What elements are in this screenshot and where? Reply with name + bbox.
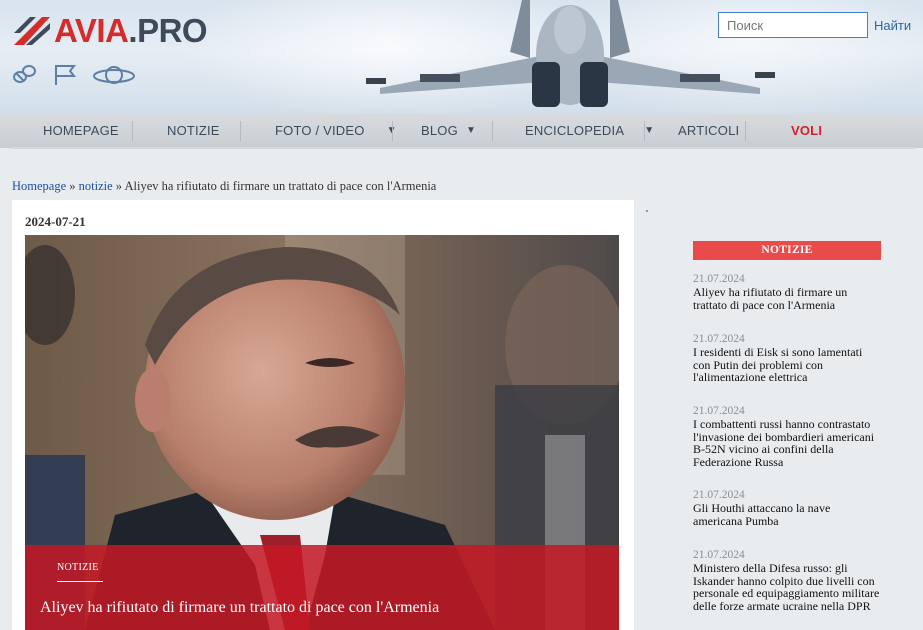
nav-divider xyxy=(492,121,493,141)
nav-item-label: HOMEPAGE xyxy=(43,123,119,138)
logo-wings-icon xyxy=(14,17,50,45)
article-caption-overlay: NOTIZIE Aliyev ha rifiutato di firmare u… xyxy=(25,545,619,630)
news-title[interactable]: Aliyev ha rifiutato di firmare un tratta… xyxy=(693,286,861,311)
planet-icon[interactable] xyxy=(92,62,136,88)
nav-item-homepage[interactable]: HOMEPAGE xyxy=(43,113,119,148)
nav-item-foto-video[interactable]: FOTO / VIDEO ▼ xyxy=(275,113,397,148)
nav-divider xyxy=(392,121,393,141)
nav-item-label: ENCICLOPEDIA xyxy=(525,123,625,138)
site-header: AVIA.PRO Поиск Найти xyxy=(0,0,923,113)
nav-item-articoli[interactable]: ARTICOLI xyxy=(678,113,739,148)
logo-text-blue: .PRO xyxy=(128,12,208,49)
breadcrumb-current: Aliyev ha rifiutato di firmare un tratta… xyxy=(124,179,437,193)
article-title[interactable]: Aliyev ha rifiutato di firmare un tratta… xyxy=(40,599,439,617)
breadcrumb-separator: » xyxy=(66,179,79,193)
news-title[interactable]: I residenti di Eisk si sono lamentati co… xyxy=(693,346,873,384)
main-nav: HOMEPAGE NOTIZIE FOTO / VIDEO ▼ BLOG ▼ E… xyxy=(0,113,923,148)
breadcrumb-home-link[interactable]: Homepage xyxy=(12,179,66,193)
article-category[interactable]: NOTIZIE xyxy=(57,562,99,573)
decorative-dot xyxy=(646,210,648,212)
sidebar-news-item[interactable]: 21.07.2024 Aliyev ha rifiutato di firmar… xyxy=(693,273,893,311)
search-button[interactable]: Найти xyxy=(874,12,911,38)
sidebar-header: NOTIZIE xyxy=(693,241,881,260)
caption-divider xyxy=(57,581,103,582)
breadcrumb-separator: » xyxy=(112,179,125,193)
sidebar-news-item[interactable]: 21.07.2024 I combattenti russi hanno con… xyxy=(693,405,893,468)
sidebar-news-item[interactable]: 21.07.2024 I residenti di Eisk si sono l… xyxy=(693,333,893,384)
nav-item-voli[interactable]: VOLI xyxy=(791,113,822,148)
sidebar-news-item[interactable]: 21.07.2024 Gli Houthi attaccano la nave … xyxy=(693,489,893,527)
nav-item-label: FOTO / VIDEO xyxy=(275,123,365,138)
chevron-down-icon: ▼ xyxy=(644,125,655,136)
news-title[interactable]: Ministero della Difesa russo: gli Iskand… xyxy=(693,562,889,612)
nav-underline xyxy=(10,147,915,149)
article-card: 2024-07-21 NOTIZIE Aliyev ha rifiutato d… xyxy=(12,200,634,630)
site-logo[interactable]: AVIA.PRO xyxy=(12,12,208,50)
fighter-jet-illustration xyxy=(366,0,775,107)
breadcrumb: Homepage » notizie » Aliyev ha rifiutato… xyxy=(12,179,436,194)
article-photo[interactable]: NOTIZIE Aliyev ha rifiutato di firmare u… xyxy=(25,235,619,630)
nav-item-blog[interactable]: BLOG ▼ xyxy=(421,113,476,148)
search-input[interactable] xyxy=(718,12,868,38)
news-title[interactable]: I combattenti russi hanno contrastato l'… xyxy=(693,418,887,468)
sidebar-news-item[interactable]: 21.07.2024 Ministero della Difesa russo:… xyxy=(693,549,893,612)
article-date: 2024-07-21 xyxy=(25,214,86,229)
nav-divider xyxy=(745,121,746,141)
news-title[interactable]: Gli Houthi attaccano la nave americana P… xyxy=(693,502,863,527)
chevron-down-icon: ▼ xyxy=(465,125,477,136)
nav-item-enciclopedia[interactable]: ENCICLOPEDIA ▼ xyxy=(525,113,654,148)
nav-item-label: BLOG xyxy=(421,123,458,138)
breadcrumb-section-link[interactable]: notizie xyxy=(79,179,113,193)
nav-item-label: ARTICOLI xyxy=(678,123,740,138)
nav-item-label: NOTIZIE xyxy=(167,123,220,138)
nav-divider xyxy=(240,121,241,141)
nav-divider xyxy=(132,121,133,141)
nav-item-label: VOLI xyxy=(791,123,823,138)
flag-icon[interactable] xyxy=(52,63,78,87)
nav-item-notizie[interactable]: NOTIZIE xyxy=(167,113,220,148)
header-icon-row xyxy=(12,62,136,88)
pills-icon[interactable] xyxy=(12,63,38,87)
nav-divider xyxy=(644,121,645,141)
logo-text-red: AVIA xyxy=(54,12,129,49)
